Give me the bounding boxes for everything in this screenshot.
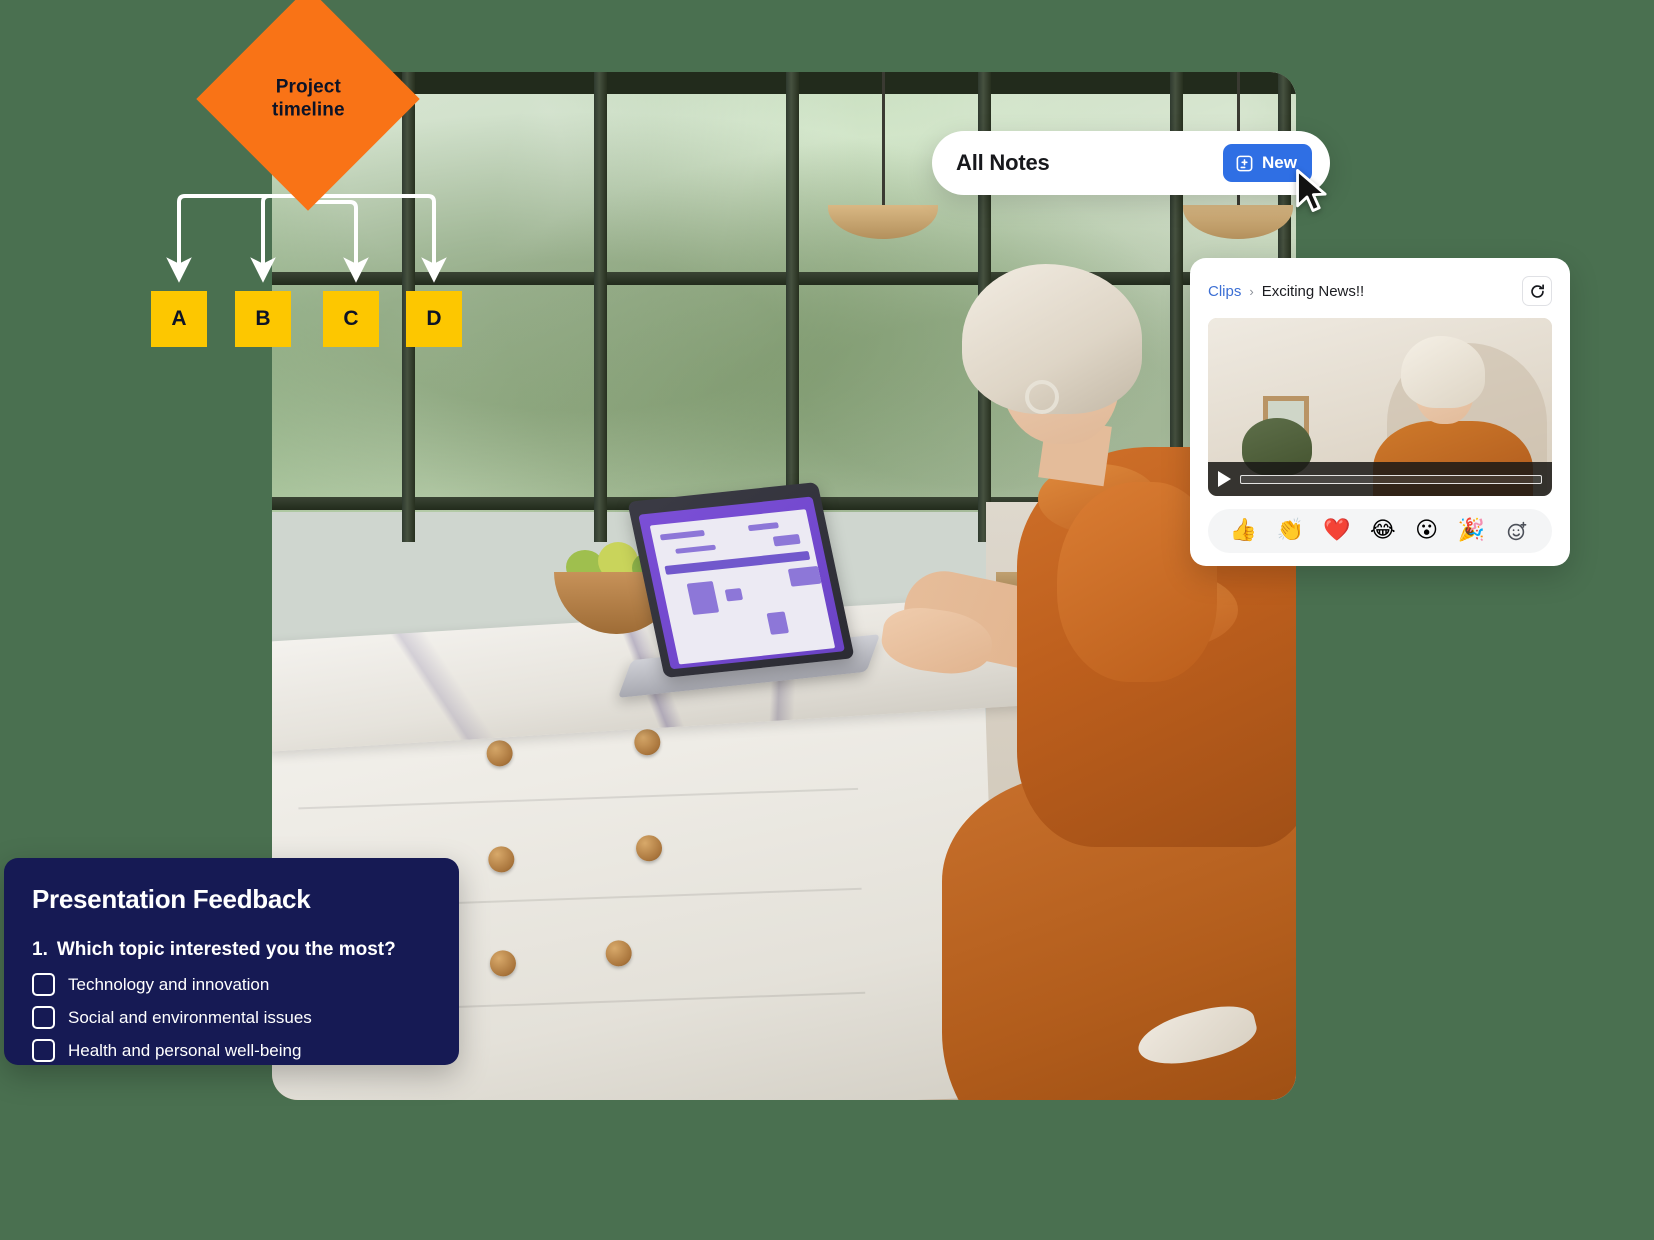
refresh-icon — [1529, 283, 1546, 300]
presentation-feedback-card: Presentation Feedback 1. Which topic int… — [4, 858, 459, 1065]
all-notes-title: All Notes — [956, 150, 1050, 175]
reaction-face-with-tears-of-joy[interactable]: 😂 — [1370, 520, 1396, 542]
flowchart-node-a[interactable]: A — [151, 291, 207, 347]
feedback-option-social[interactable]: Social and environmental issues — [32, 1006, 431, 1029]
breadcrumb-root-link[interactable]: Clips — [1208, 283, 1241, 300]
chevron-right-icon: › — [1249, 283, 1254, 299]
feedback-option-health[interactable]: Health and personal well-being — [32, 1039, 431, 1062]
feedback-card-title: Presentation Feedback — [32, 884, 311, 914]
checkbox-icon[interactable] — [32, 1006, 55, 1029]
checkbox-icon[interactable] — [32, 1039, 55, 1062]
note-plus-icon — [1235, 154, 1254, 173]
feedback-option-label: Technology and innovation — [68, 974, 270, 994]
flowchart-node-b-label: B — [255, 307, 271, 330]
reaction-party-popper[interactable]: 🎉 — [1457, 520, 1484, 542]
flowchart-node-d-label: D — [426, 307, 442, 330]
breadcrumb-current-item: Exciting News!! — [1261, 282, 1365, 300]
reaction-red-heart[interactable]: ❤️ — [1323, 520, 1350, 542]
reaction-thumbs-up[interactable]: 👍 — [1230, 520, 1257, 542]
flowchart-node-b[interactable]: B — [235, 291, 291, 347]
play-icon[interactable] — [1218, 471, 1231, 487]
video-player[interactable] — [1208, 318, 1552, 496]
feedback-options-list: Technology and innovation Social and env… — [32, 973, 431, 1062]
video-scrubber[interactable] — [1240, 474, 1542, 484]
clips-card: Clips › Exciting News!! 👍 👏 ❤️ 😂 😮 🎉 — [1190, 258, 1570, 566]
feedback-option-label: Health and personal well-being — [68, 1040, 302, 1060]
feedback-option-label: Social and environmental issues — [68, 1007, 312, 1027]
breadcrumb: Clips › Exciting News!! — [1208, 283, 1364, 300]
laptop-screen — [638, 496, 846, 670]
flowchart-node-c-label: C — [343, 307, 359, 330]
feedback-question-text: Which topic interested you the most? — [56, 939, 396, 960]
feedback-option-technology[interactable]: Technology and innovation — [32, 973, 431, 996]
reaction-bar: 👍 👏 ❤️ 😂 😮 🎉 — [1208, 509, 1552, 553]
flowchart-root-label: Project timeline — [271, 76, 345, 120]
clips-header: Clips › Exciting News!! — [1208, 276, 1552, 306]
flowchart-node-a-label: A — [171, 307, 187, 330]
reaction-clapping-hands[interactable]: 👏 — [1276, 520, 1303, 542]
video-controls — [1208, 462, 1552, 496]
refresh-button[interactable] — [1522, 276, 1552, 306]
video-subject-hair — [1400, 335, 1485, 408]
new-note-button-label: New — [1262, 153, 1297, 172]
all-notes-bar: All Notes New — [932, 131, 1330, 195]
add-reaction-icon[interactable] — [1504, 518, 1530, 544]
flowchart-node-c[interactable]: C — [323, 291, 379, 347]
laptop-lid — [627, 481, 855, 679]
flowchart-node-d[interactable]: D — [406, 291, 462, 347]
reaction-face-with-open-mouth[interactable]: 😮 — [1415, 520, 1438, 542]
checkbox-icon[interactable] — [32, 973, 55, 996]
feedback-question-number: 1. — [32, 939, 48, 960]
mouse-pointer-icon — [1296, 169, 1327, 212]
feedback-question: 1. Which topic interested you the most? — [32, 939, 431, 961]
